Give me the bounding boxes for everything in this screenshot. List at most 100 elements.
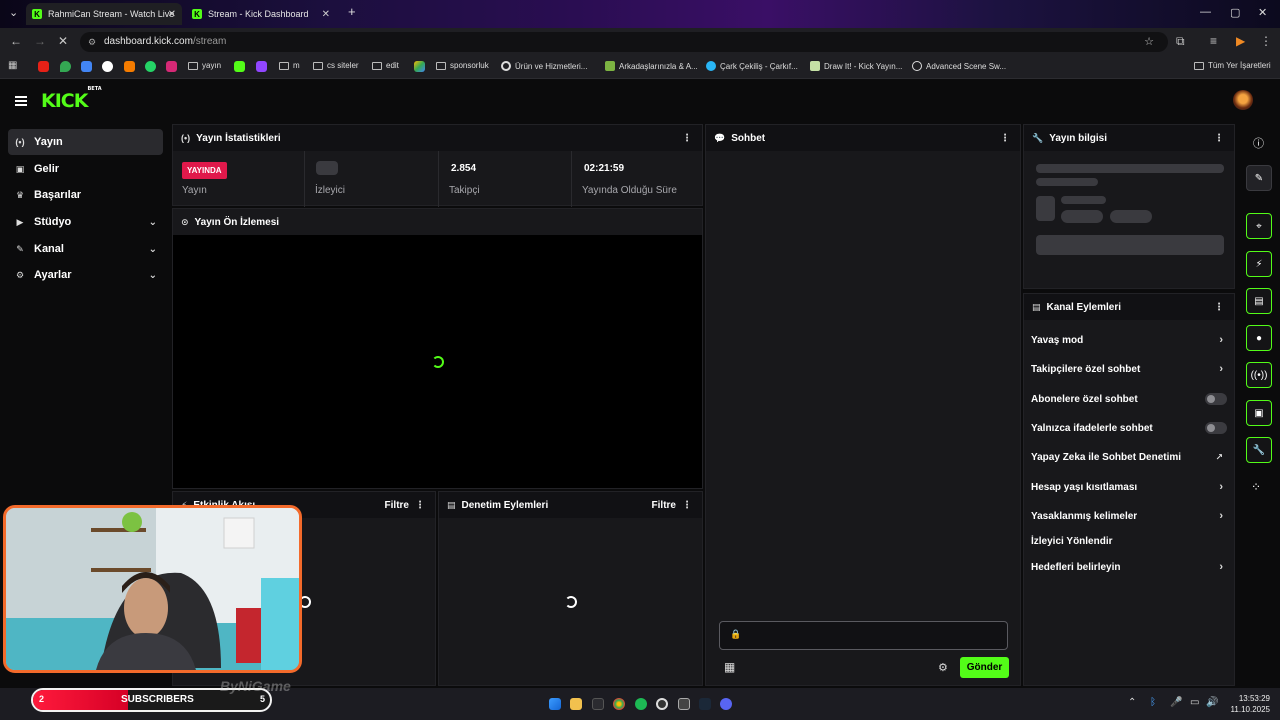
scan-icon[interactable]: ⌖ [1246,213,1272,239]
close-tab-icon[interactable]: ✕ [322,9,330,20]
tag-skeleton [1061,210,1103,223]
chat-settings-gear-icon[interactable]: ⚙ [938,661,948,674]
emotes-only-toggle[interactable] [1205,422,1227,434]
obs-icon[interactable] [656,698,668,710]
stop-loading-icon[interactable]: ✕ [58,34,68,48]
sidebar-item-basarilar[interactable]: ♛ Başarılar [8,182,163,208]
pencil-icon[interactable]: ✎ [1246,165,1272,191]
chat-icon[interactable]: ● [1246,325,1272,351]
site-info-icon[interactable]: ⚙ [88,32,96,52]
kick-bookmark-icon[interactable] [234,61,245,72]
layout-icon[interactable]: ▣ [1246,400,1272,426]
terminal-icon[interactable] [592,698,604,710]
sidebar-item-yayin[interactable]: (•) Yayın [8,129,163,155]
microphone-icon[interactable]: 🎤 [1170,697,1182,708]
photos-bookmark-icon[interactable] [81,61,92,72]
raid-row[interactable]: İzleyici Yönlendir [1031,533,1227,549]
bookmark-link[interactable]: Çark Çekiliş - Çarkıf... [706,61,798,71]
info-icon[interactable]: ⓘ [1253,135,1264,151]
volume-icon[interactable]: 🔊 [1206,697,1218,708]
kick-logo[interactable]: KICKBETA [41,86,102,112]
filter-button[interactable]: Filtre [385,500,409,511]
media-icon[interactable]: ≡ [1210,34,1217,48]
chrome-icon[interactable] [613,698,625,710]
more-options-icon[interactable]: ⋮ [1214,302,1224,313]
whatsapp-bookmark-icon[interactable] [145,61,156,72]
title-skeleton [1036,164,1224,173]
clock[interactable]: 13:53:29 11.10.2025 [1228,693,1270,715]
bookmark-folder[interactable]: m [279,61,300,70]
bookmark-folder[interactable]: cs siteler [313,61,359,70]
more-options-icon[interactable]: ⋮ [682,133,692,144]
slow-mode-row[interactable]: Yavaş mod › [1031,332,1227,348]
filter-button[interactable]: Filtre [652,500,676,511]
banned-words-row[interactable]: Yasaklanmış kelimeler › [1031,508,1227,524]
menu-icon[interactable] [15,96,27,106]
send-button[interactable]: Gönder [960,657,1009,678]
bookmark-star-icon[interactable]: ☆ [1144,32,1154,52]
sidebar-item-studyo[interactable]: ▶ Stüdyo ⌄ [8,209,163,235]
browser-menu-icon[interactable]: ⋮ [1260,34,1272,48]
app-icon[interactable] [678,698,690,710]
file-explorer-icon[interactable] [570,698,582,710]
followers-only-row[interactable]: Takipçilere özel sohbet › [1031,361,1227,377]
bookmark-link[interactable]: Draw It! - Kick Yayın... [810,61,902,71]
back-icon[interactable]: ← [10,34,22,48]
bookmark-link[interactable]: Ürün ve Hizmetleri... [501,61,587,71]
apps-grid-icon[interactable]: ▦ [8,60,17,71]
close-tab-icon[interactable]: ✕ [168,9,176,20]
address-bar[interactable]: ⚙ dashboard.kick.com/stream ☆ [80,32,1168,52]
account-age-row[interactable]: Hesap yaşı kısıtlaması › [1031,479,1227,495]
bolt-icon[interactable]: ⚡ [1246,251,1272,277]
forward-icon[interactable]: → [34,34,46,48]
minimize-icon[interactable]: — [1200,6,1211,18]
maps-bookmark-icon[interactable] [60,61,71,72]
all-bookmarks-folder[interactable]: Tüm Yer İşaretleri [1194,61,1271,70]
new-tab-icon[interactable]: + [348,4,356,19]
windows-start-icon[interactable] [549,698,561,710]
broadcast-icon[interactable]: ((•)) [1246,362,1272,388]
sidebar-item-gelir[interactable]: ▣ Gelir [8,156,163,182]
bluetooth-icon[interactable]: ᛒ [1150,697,1156,708]
bookmark-folder[interactable]: yayın [188,61,221,70]
maximize-icon[interactable]: ▢ [1230,6,1240,19]
sidebar-item-ayarlar[interactable]: ⚙ Ayarlar ⌄ [8,262,163,288]
profile-extension-icon[interactable]: ▶ [1236,34,1245,48]
youtube-bookmark-icon[interactable] [38,61,49,72]
tray-chevron-icon[interactable]: ⌃ [1128,697,1136,708]
chat-input[interactable]: 🔒 [719,621,1008,650]
discord-icon[interactable] [720,698,732,710]
extensions-icon[interactable]: ⧉ [1176,34,1185,49]
tab-kick-dashboard[interactable]: K Stream - Kick Dashboard ✕ [186,3,336,25]
subscribers-only-toggle[interactable] [1205,393,1227,405]
google-bookmark-icon[interactable] [102,61,113,72]
ai-moderation-row[interactable]: Yapay Zeka ile Sohbet Denetimi ↗ [1031,449,1227,465]
display-icon[interactable]: ▭ [1190,697,1199,708]
viewer-count-skeleton [316,161,338,175]
more-options-icon[interactable]: ⋮ [1000,133,1010,144]
more-options-icon[interactable]: ⋮ [682,500,692,511]
drive-bookmark-icon[interactable] [414,61,425,72]
layout-icon: ▤ [1032,301,1041,312]
window-close-icon[interactable]: ✕ [1258,6,1267,19]
steam-icon[interactable] [699,698,711,710]
set-goals-row[interactable]: Hedefleri belirleyin › [1031,559,1227,575]
bookmark-link[interactable]: Arkadaşlarınızla & A... [605,61,698,71]
wrench-icon[interactable]: 🔧 [1246,437,1272,463]
more-options-icon[interactable]: ⋮ [415,500,425,511]
more-options-icon[interactable]: ⋮ [1214,133,1224,144]
instagram-bookmark-icon[interactable] [166,61,177,72]
bookmark-link[interactable]: Advanced Scene Sw... [912,61,1006,71]
bookmark-folder[interactable]: edit [372,61,399,70]
twitch-bookmark-icon[interactable] [256,61,267,72]
spotify-icon[interactable] [635,698,647,710]
bookmark-icon[interactable] [124,61,135,72]
tab-list-chevron-icon[interactable]: ⌄ [9,6,18,19]
emote-store-icon[interactable]: ▦ [724,660,735,674]
document-icon[interactable]: ▤ [1246,288,1272,314]
sidebar-item-kanal[interactable]: ✎ Kanal ⌄ [8,236,163,262]
apps-icon[interactable]: ⁘ [1251,480,1261,494]
bookmark-folder[interactable]: sponsorluk [436,61,489,70]
tab-rahmican-stream[interactable]: K RahmiCan Stream - Watch Live ✕ [26,3,182,25]
avatar[interactable] [1233,90,1253,110]
